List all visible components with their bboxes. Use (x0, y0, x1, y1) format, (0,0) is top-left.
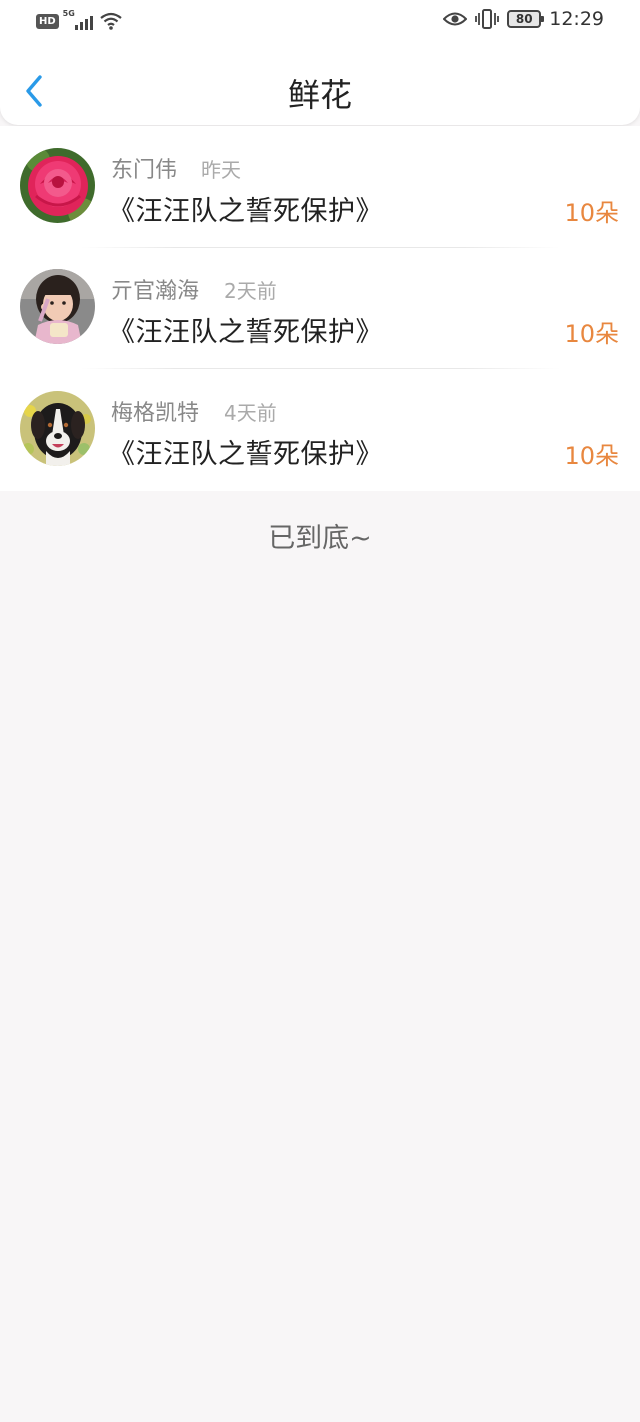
avatar[interactable] (20, 148, 95, 223)
book-title: 《汪汪队之誓死保护》 (108, 317, 383, 348)
flower-list: 东门伟 昨天 《汪汪队之誓死保护》 10朵 亓官瀚海 2天前 《汪汪队之誓死保护 (0, 126, 640, 491)
time-label: 4天前 (224, 401, 277, 425)
status-bar: HD 5G 80 12:29 (0, 0, 640, 44)
flower-count: 10朵 (564, 199, 619, 227)
vibrate-icon (475, 9, 500, 29)
battery-indicator: 80 (507, 10, 545, 28)
cellular-signal-icon: 5G (62, 9, 93, 30)
dog-avatar-image (20, 391, 95, 466)
hd-badge: HD (36, 13, 59, 29)
book-title: 《汪汪队之誓死保护》 (108, 439, 383, 470)
list-item[interactable]: 东门伟 昨天 《汪汪队之誓死保护》 10朵 (0, 126, 640, 247)
network-type-label: 5G (62, 9, 75, 18)
rose-avatar-image (20, 148, 95, 223)
page-title: 鲜花 (287, 76, 352, 114)
list-item[interactable]: 亓官瀚海 2天前 《汪汪队之誓死保护》 10朵 (0, 247, 640, 368)
avatar[interactable] (20, 391, 95, 466)
wifi-icon (99, 12, 122, 30)
sender-name: 梅格凯特 (111, 401, 200, 426)
sender-name: 亓官瀚海 (111, 279, 200, 304)
header-bar: HD 5G 80 12:29 鲜花 (0, 0, 640, 125)
girl-avatar-image (20, 269, 95, 344)
avatar[interactable] (20, 269, 95, 344)
book-title: 《汪汪队之誓死保护》 (108, 196, 383, 227)
time-label: 2天前 (224, 279, 277, 303)
status-clock: 12:29 (549, 8, 604, 30)
time-label: 昨天 (201, 158, 241, 182)
eye-icon (443, 12, 468, 26)
sender-name: 东门伟 (111, 158, 178, 183)
end-of-list-label: 已到底~ (268, 523, 372, 554)
list-item[interactable]: 梅格凯特 4天前 《汪汪队之誓死保护》 10朵 (0, 369, 640, 490)
flower-count: 10朵 (564, 320, 619, 348)
flower-count: 10朵 (564, 442, 619, 470)
